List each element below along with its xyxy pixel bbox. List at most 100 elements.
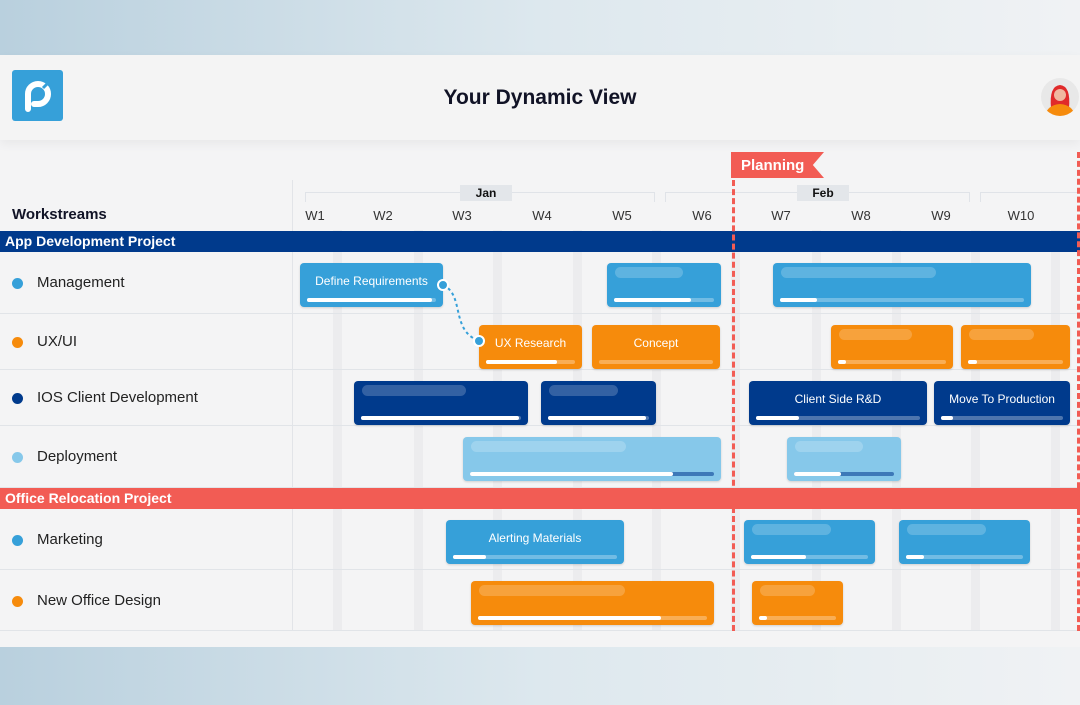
task-bar[interactable]: [752, 581, 843, 625]
task-progress-track: [906, 555, 1023, 559]
week-label: W2: [373, 208, 393, 223]
week-label: W5: [612, 208, 632, 223]
task-label: Alerting Materials: [488, 531, 582, 545]
workstream-color-dot-icon: [12, 452, 23, 463]
week-label: W6: [692, 208, 712, 223]
workstream-label: Management: [37, 274, 125, 291]
task-bar[interactable]: [541, 381, 656, 425]
task-progress-fill: [486, 360, 558, 364]
task-progress-track: [470, 472, 714, 476]
task-progress-fill: [906, 555, 924, 559]
month-bracket-mar: [980, 192, 1080, 202]
task-progress-track: [751, 555, 868, 559]
workstream-label: Marketing: [37, 530, 103, 548]
task-bar[interactable]: Client Side R&D: [749, 381, 927, 425]
task-progress-track: [780, 298, 1024, 302]
task-label: Concept: [633, 336, 679, 350]
task-title-placeholder: [969, 329, 1035, 340]
task-progress-track: [756, 416, 920, 420]
task-title-placeholder: [752, 524, 831, 535]
task-progress-track: [794, 472, 894, 476]
task-title-placeholder: [839, 329, 913, 340]
task-bar[interactable]: [463, 437, 721, 481]
task-title-placeholder: [907, 524, 986, 535]
workstream-label: Deployment: [37, 448, 118, 465]
workstream-color-dot-icon: [12, 278, 23, 289]
task-bar[interactable]: Define Requirements: [300, 263, 443, 307]
month-label-jan: Jan: [460, 185, 512, 201]
task-progress-track: [599, 360, 713, 364]
task-progress-fill: [470, 472, 673, 476]
task-progress-track: [361, 416, 521, 420]
task-title-placeholder: [615, 267, 684, 278]
week-label: W4: [532, 208, 552, 223]
task-progress-track: [453, 555, 617, 559]
task-progress-fill: [548, 416, 646, 420]
task-progress-track: [614, 298, 714, 302]
task-label: Move To Production: [949, 392, 1055, 406]
task-progress-track: [838, 360, 946, 364]
task-title-placeholder: [471, 441, 626, 452]
workstream-label: New Office Design: [37, 591, 161, 609]
task-progress-fill: [838, 360, 846, 364]
task-bar[interactable]: UX Research: [479, 325, 582, 369]
workstream-label: IOS Client Development: [37, 389, 198, 406]
week-label: W7: [771, 208, 791, 223]
workstream-color-dot-icon: [12, 595, 23, 607]
task-bar[interactable]: [744, 520, 875, 564]
task-bar[interactable]: [899, 520, 1030, 564]
task-title-placeholder: [549, 385, 618, 396]
task-progress-fill: [751, 555, 806, 559]
month-label-feb: Feb: [797, 185, 849, 201]
task-bar[interactable]: [607, 263, 721, 307]
task-bar[interactable]: Concept: [592, 325, 720, 369]
task-progress-fill: [968, 360, 977, 364]
task-progress-track: [968, 360, 1063, 364]
task-bar[interactable]: Move To Production: [934, 381, 1070, 425]
task-progress-fill: [307, 298, 433, 302]
task-label: Client Side R&D: [794, 392, 882, 406]
task-progress-track: [478, 616, 707, 620]
planning-milestone-flag[interactable]: Planning: [731, 152, 824, 178]
task-title-placeholder: [362, 385, 467, 396]
task-progress-fill: [453, 555, 486, 559]
project-header[interactable]: Office Relocation Project: [0, 488, 1080, 509]
task-bar[interactable]: [773, 263, 1031, 307]
milestone-line: [732, 180, 735, 631]
task-bar[interactable]: Alerting Materials: [446, 520, 624, 564]
task-progress-fill: [941, 416, 954, 420]
task-progress-fill: [780, 298, 817, 302]
workstream-color-dot-icon: [12, 337, 23, 348]
task-bar[interactable]: [471, 581, 714, 625]
task-bar[interactable]: [961, 325, 1070, 369]
workstream-label: UX/UI: [37, 333, 78, 350]
top-background: [0, 0, 1080, 55]
task-title-placeholder: [760, 585, 815, 596]
workstream-color-dot-icon: [12, 534, 23, 546]
workstream-color-dot-icon: [12, 393, 23, 404]
project-header[interactable]: App Development Project: [0, 231, 1080, 252]
user-avatar-icon[interactable]: [1041, 78, 1079, 116]
task-progress-fill: [794, 472, 841, 476]
task-bar[interactable]: [354, 381, 528, 425]
task-title-placeholder: [795, 441, 864, 452]
task-progress-track: [307, 298, 436, 302]
task-title-placeholder: [781, 267, 936, 278]
task-progress-fill: [478, 616, 662, 620]
week-label: W1: [305, 208, 325, 223]
workstreams-header: Workstreams: [12, 206, 107, 223]
task-progress-fill: [614, 298, 691, 302]
week-label: W9: [931, 208, 951, 223]
page-title: Your Dynamic View: [443, 86, 637, 109]
week-label: W8: [851, 208, 871, 223]
task-progress-track: [486, 360, 575, 364]
task-label: UX Research: [494, 336, 567, 350]
task-bar[interactable]: [831, 325, 953, 369]
week-label: W10: [1007, 208, 1035, 223]
task-progress-fill: [756, 416, 799, 420]
task-progress-track: [941, 416, 1063, 420]
task-progress-track: [759, 616, 836, 620]
task-progress-fill: [759, 616, 767, 620]
task-bar[interactable]: [787, 437, 901, 481]
task-progress-fill: [361, 416, 520, 420]
